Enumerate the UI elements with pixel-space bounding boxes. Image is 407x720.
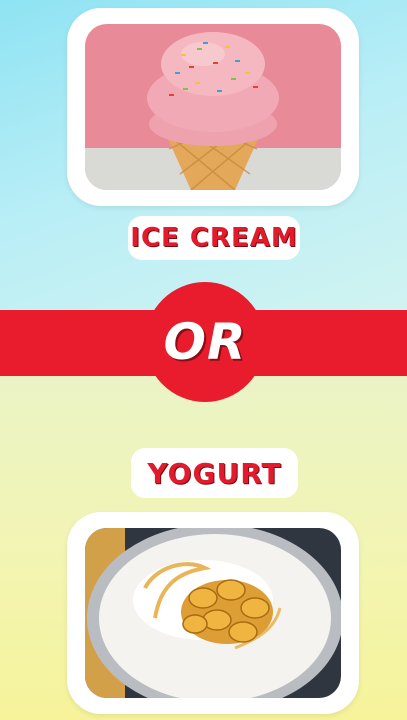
yogurt-image [85, 528, 341, 698]
ice-cream-card[interactable] [67, 8, 359, 206]
ice-cream-label: ICE CREAM [130, 223, 298, 253]
yogurt-label-pill: YOGURT [131, 448, 298, 498]
or-text: OR [163, 313, 247, 371]
yogurt-label: YOGURT [147, 456, 282, 490]
or-badge: OR [145, 282, 265, 402]
yogurt-card[interactable] [67, 512, 359, 714]
ice-cream-label-pill: ICE CREAM [128, 216, 300, 260]
ice-cream-image [85, 24, 341, 190]
